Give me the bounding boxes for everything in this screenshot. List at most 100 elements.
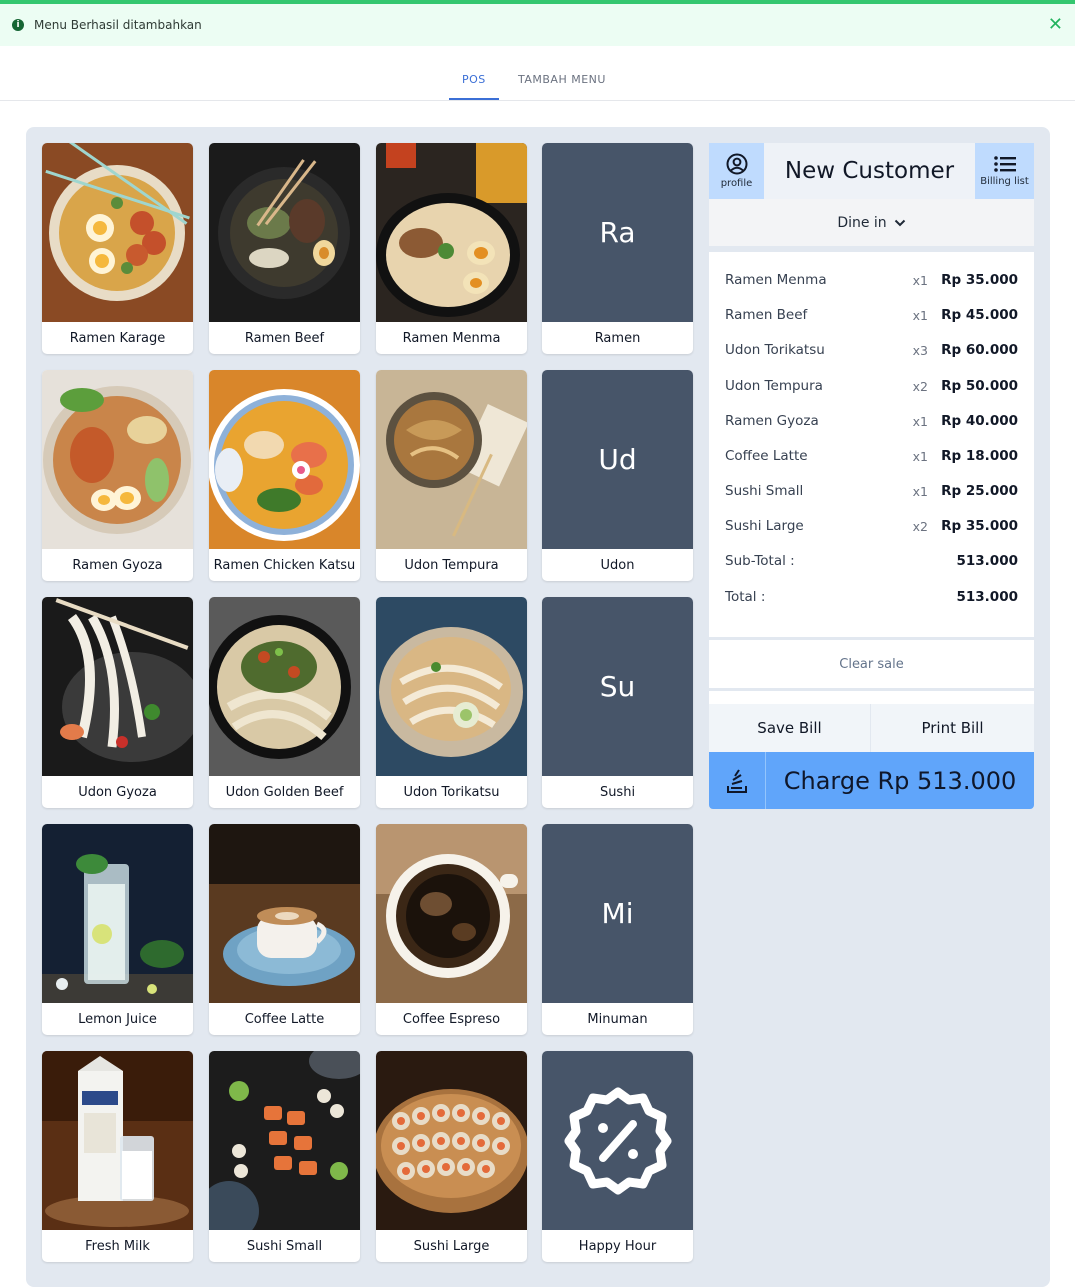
menu-card-label: Udon Tempura [404, 557, 499, 573]
discount-badge-icon [564, 1087, 671, 1194]
menu-card-ramen-gyoza[interactable]: Ramen Gyoza [42, 370, 193, 581]
charge-label: Charge Rp 513.000 [783, 766, 1017, 795]
menu-card-label: Udon Gyoza [78, 784, 157, 800]
charge-button[interactable]: Charge Rp 513.000 [709, 752, 1034, 809]
item-price: Rp 40.000 [941, 413, 1018, 429]
tab-pos[interactable]: POS [462, 73, 486, 86]
menu-card-lemon-juice[interactable]: Lemon Juice [42, 824, 193, 1035]
menu-card-udon-torikatsu[interactable]: Udon Torikatsu [376, 597, 527, 808]
order-item-row[interactable]: Sushi Small x1 Rp 25.000 [725, 483, 1018, 503]
item-price: Rp 18.000 [941, 448, 1018, 464]
menu-card-udon-golden-beef[interactable]: Udon Golden Beef [209, 597, 360, 808]
menu-card-ramen-chicken-katsu[interactable]: Ramen Chicken Katsu [209, 370, 360, 581]
order-item-row[interactable]: Sushi Large x2 Rp 35.000 [725, 518, 1018, 538]
menu-card-label: Ramen Gyoza [72, 557, 163, 573]
save-bill-button[interactable]: Save Bill [709, 704, 870, 752]
order-items-list: Ramen Menma x1 Rp 35.000 Ramen Beef x1 R… [709, 252, 1034, 637]
udon-golden-beef-image [209, 597, 360, 776]
category-card-ramen[interactable]: Ra Ramen [542, 143, 693, 354]
category-card-happy-hour[interactable]: Happy Hour [542, 1051, 693, 1262]
item-qty: x2 [912, 519, 928, 534]
ramen-chicken-katsu-image [209, 370, 360, 549]
order-item-row[interactable]: Ramen Menma x1 Rp 35.000 [725, 272, 1018, 292]
item-qty: x1 [912, 273, 928, 288]
menu-card-label: Ramen Menma [402, 330, 501, 346]
order-item-row[interactable]: Ramen Gyoza x1 Rp 40.000 [725, 413, 1018, 433]
category-initials: Ra [542, 143, 693, 322]
category-card-sushi[interactable]: Su Sushi [542, 597, 693, 808]
item-price: Rp 45.000 [941, 307, 1018, 323]
billing-list-label: Billing list [980, 176, 1029, 187]
menu-card-udon-tempura[interactable]: Udon Tempura [376, 370, 527, 581]
item-price: Rp 35.000 [941, 518, 1018, 534]
toast-message: Menu Berhasil ditambahkan [34, 18, 202, 32]
tab-bar: POS TAMBAH MENU [0, 46, 1075, 101]
category-card-minuman[interactable]: Mi Minuman [542, 824, 693, 1035]
menu-card-label: Sushi [599, 784, 636, 800]
user-circle-icon [726, 153, 747, 175]
item-name: Udon Tempura [725, 378, 823, 394]
close-icon[interactable]: ✕ [1048, 14, 1063, 35]
menu-card-label: Sushi Small [246, 1238, 323, 1254]
menu-card-label: Coffee Latte [244, 1011, 325, 1027]
coffee-latte-image [209, 824, 360, 1003]
print-bill-button[interactable]: Print Bill [871, 704, 1034, 752]
clear-sale-button[interactable]: Clear sale [709, 640, 1034, 688]
item-qty: x3 [912, 343, 928, 358]
menu-card-udon-gyoza[interactable]: Udon Gyoza [42, 597, 193, 808]
menu-card-ramen-beef[interactable]: Ramen Beef [209, 143, 360, 354]
udon-gyoza-image [42, 597, 193, 776]
category-card-udon[interactable]: Ud Udon [542, 370, 693, 581]
subtotal-value: 513.000 [956, 553, 1019, 569]
item-price: Rp 60.000 [941, 342, 1018, 358]
item-qty: x1 [912, 484, 928, 499]
tab-tambah-menu[interactable]: TAMBAH MENU [518, 73, 606, 86]
customer-name[interactable]: New Customer [764, 143, 975, 199]
order-item-row[interactable]: Ramen Beef x1 Rp 45.000 [725, 307, 1018, 327]
item-name: Sushi Large [725, 518, 804, 534]
menu-card-label: Ramen Beef [244, 330, 325, 346]
menu-card-sushi-small[interactable]: Sushi Small [209, 1051, 360, 1262]
total-value: 513.000 [956, 589, 1019, 605]
chevron-down-icon [894, 219, 905, 226]
sushi-large-image [376, 1051, 527, 1230]
menu-card-sushi-large[interactable]: Sushi Large [376, 1051, 527, 1262]
order-item-row[interactable]: Coffee Latte x1 Rp 18.000 [725, 448, 1018, 468]
order-item-row[interactable]: Udon Tempura x2 Rp 50.000 [725, 378, 1018, 398]
menu-card-label: Coffee Espreso [402, 1011, 501, 1027]
list-icon [993, 156, 1016, 172]
item-name: Coffee Latte [725, 448, 808, 464]
order-item-row[interactable]: Udon Torikatsu x3 Rp 60.000 [725, 342, 1018, 362]
menu-card-label: Sushi Large [413, 1238, 490, 1254]
item-qty: x1 [912, 449, 928, 464]
coffee-espreso-image [376, 824, 527, 1003]
menu-card-fresh-milk[interactable]: Fresh Milk [42, 1051, 193, 1262]
item-name: Sushi Small [725, 483, 804, 499]
menu-card-coffee-espreso[interactable]: Coffee Espreso [376, 824, 527, 1035]
item-price: Rp 25.000 [941, 483, 1018, 499]
menu-card-coffee-latte[interactable]: Coffee Latte [209, 824, 360, 1035]
menu-card-label: Udon [600, 557, 635, 573]
order-type-dropdown[interactable]: Dine in [709, 199, 1034, 249]
menu-card-label: Ramen [594, 330, 641, 346]
menu-card-label: Fresh Milk [85, 1238, 150, 1254]
active-tab-indicator [449, 98, 499, 100]
receipt-stack-icon [727, 768, 747, 793]
menu-card-label: Ramen Chicken Katsu [213, 557, 356, 573]
item-qty: x1 [912, 308, 928, 323]
item-qty: x2 [912, 379, 928, 394]
item-qty: x1 [912, 414, 928, 429]
order-type-value: Dine in [837, 214, 887, 231]
menu-card-ramen-karage[interactable]: Ramen Karage [42, 143, 193, 354]
sushi-small-image [209, 1051, 360, 1230]
profile-button[interactable]: profile [709, 143, 764, 199]
item-name: Udon Torikatsu [725, 342, 825, 358]
menu-card-ramen-menma[interactable]: Ramen Menma [376, 143, 527, 354]
billing-list-button[interactable]: Billing list [975, 143, 1034, 199]
udon-tempura-image [376, 370, 527, 549]
menu-card-label: Udon Golden Beef [225, 784, 344, 800]
menu-card-label: Ramen Karage [69, 330, 166, 346]
lemon-juice-image [42, 824, 193, 1003]
success-toast: i Menu Berhasil ditambahkan ✕ [0, 0, 1075, 46]
ramen-karage-image [42, 143, 193, 322]
